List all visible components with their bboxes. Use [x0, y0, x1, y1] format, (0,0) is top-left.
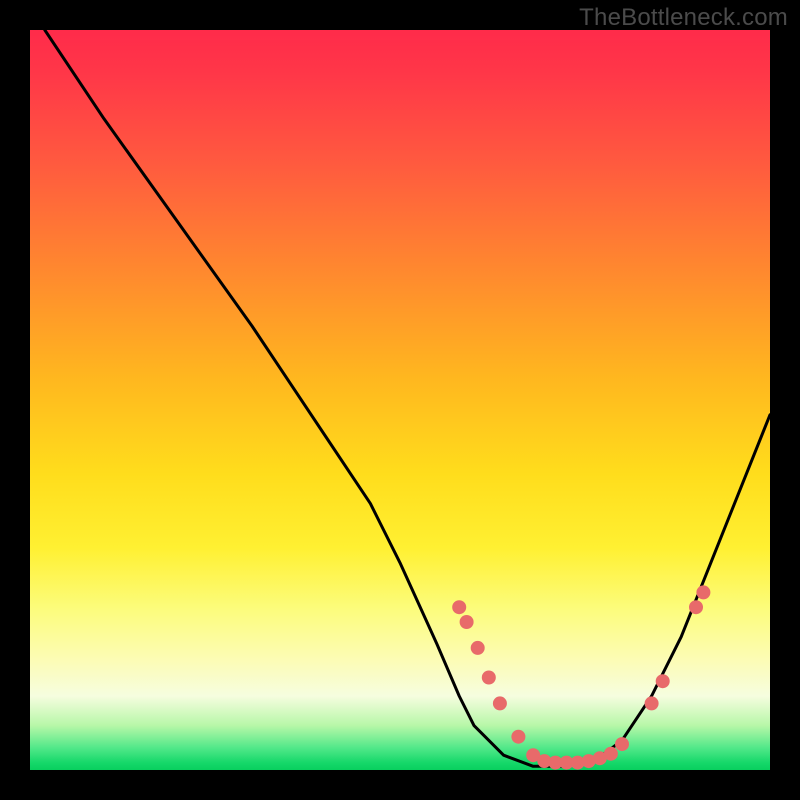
bottleneck-curve — [45, 30, 770, 766]
chart-marker — [482, 671, 496, 685]
chart-marker — [511, 730, 525, 744]
chart-marker — [689, 600, 703, 614]
chart-marker — [604, 747, 618, 761]
chart-marker — [696, 585, 710, 599]
chart-marker — [460, 615, 474, 629]
chart-marker — [645, 696, 659, 710]
chart-plot-area — [30, 30, 770, 770]
watermark-text: TheBottleneck.com — [579, 4, 788, 32]
chart-marker — [656, 674, 670, 688]
chart-marker — [471, 641, 485, 655]
chart-marker — [615, 737, 629, 751]
chart-frame: TheBottleneck.com — [0, 0, 800, 800]
chart-svg — [30, 30, 770, 770]
chart-marker — [493, 696, 507, 710]
chart-marker — [452, 600, 466, 614]
